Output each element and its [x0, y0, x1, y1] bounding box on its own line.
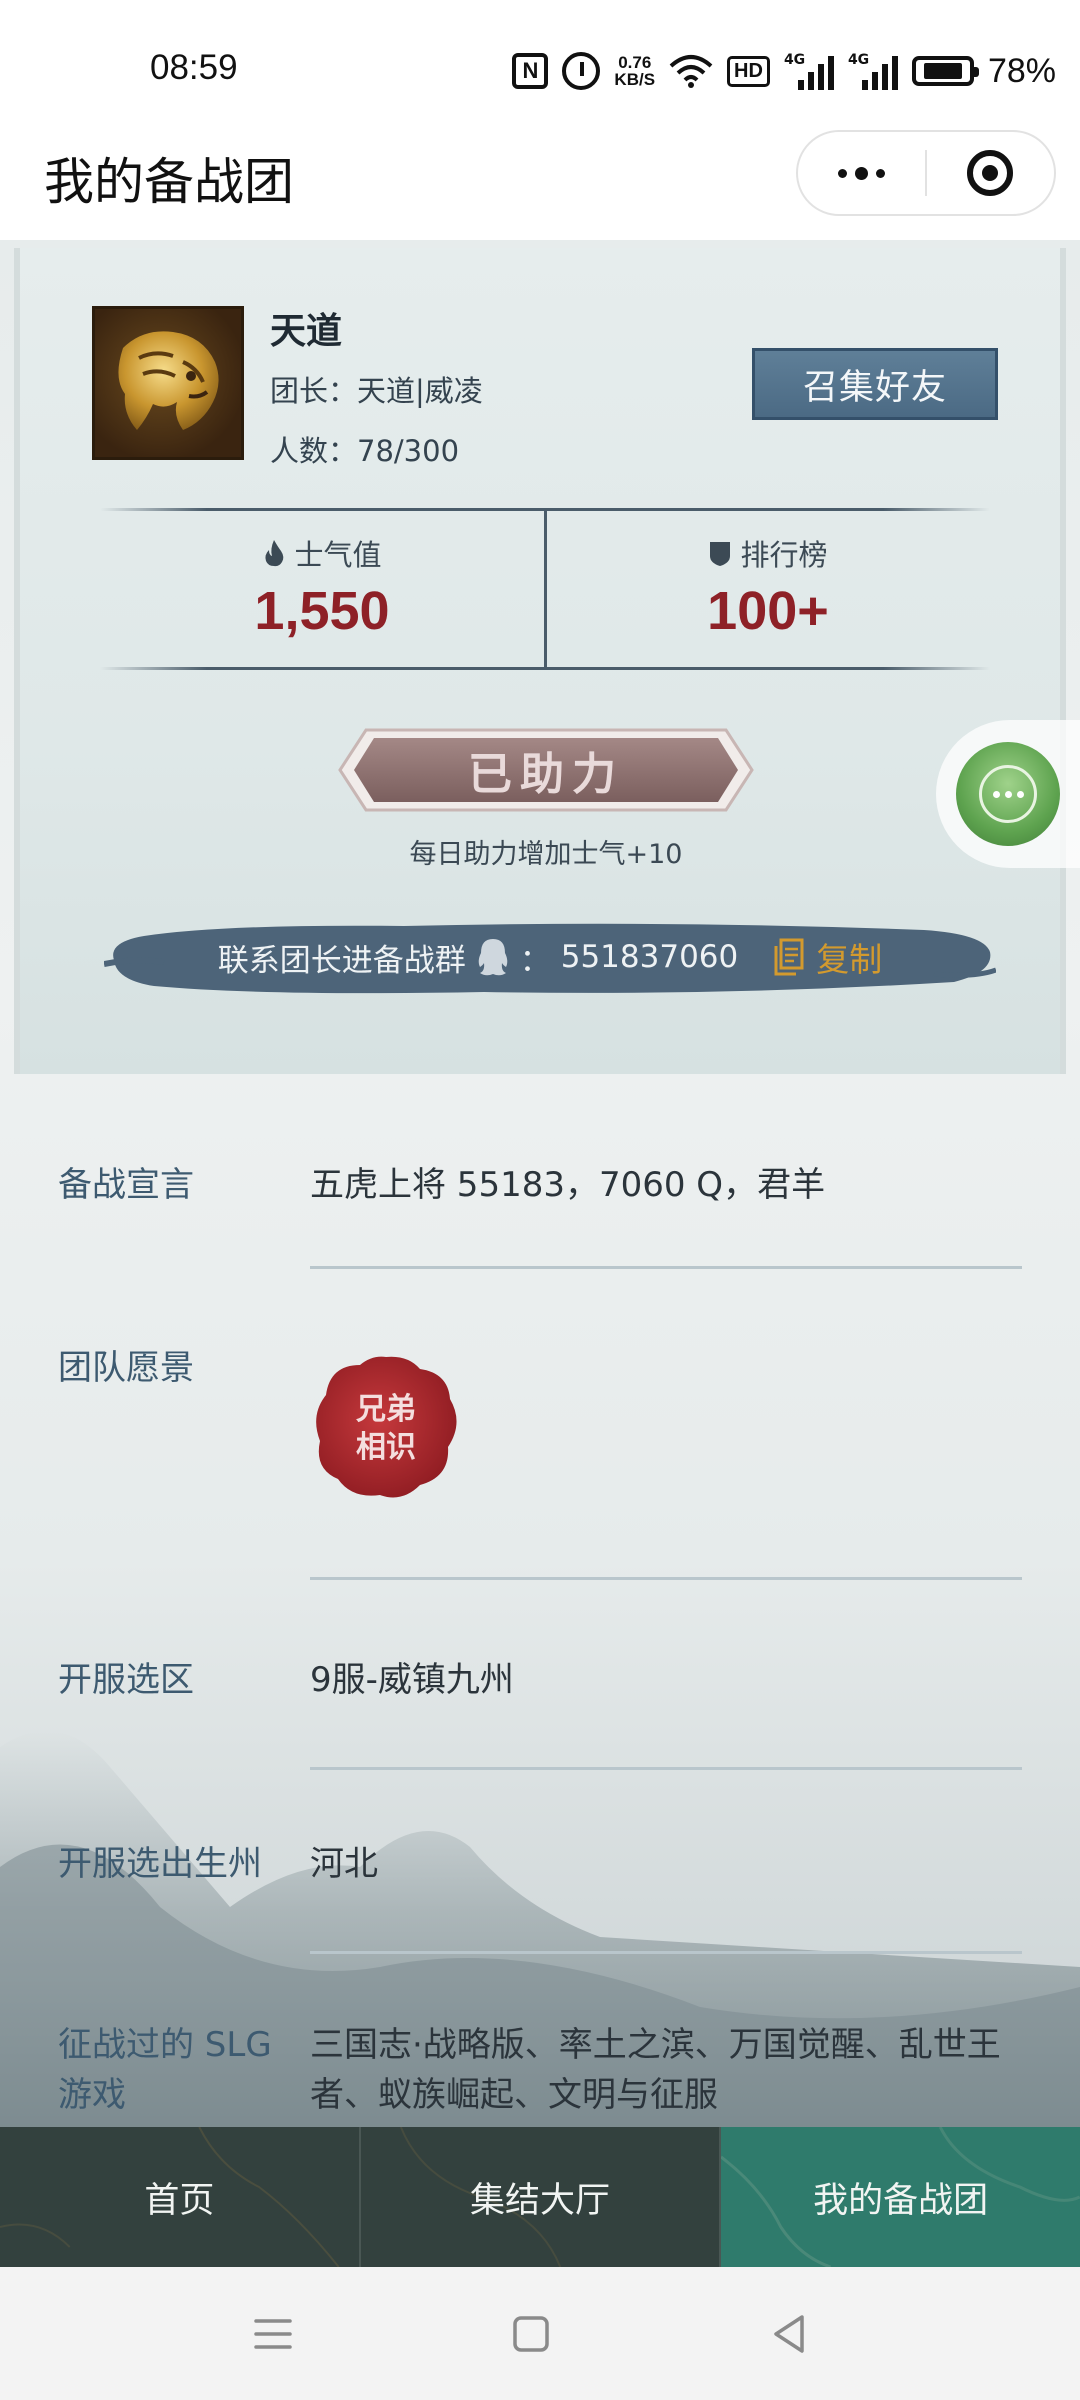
team-stats: 士气值 1,550 排行榜 100+ — [100, 508, 990, 670]
declaration-label: 备战宣言 — [58, 1165, 194, 1205]
assist-label: 已助力 — [468, 749, 624, 800]
menu-icon[interactable] — [248, 2309, 298, 2359]
hd-icon: HD — [727, 55, 770, 87]
qq-number: 551837060 — [560, 939, 739, 975]
vision-seal-stamp: 兄弟 相识 — [310, 1351, 462, 1503]
tab-my-team-label: 我的备战团 — [813, 2180, 989, 2221]
form-divider — [310, 1951, 1022, 1954]
signal-icon-1: 4G — [784, 52, 834, 90]
copy-icon[interactable] — [772, 937, 806, 977]
morale-label: 士气值 — [294, 538, 382, 572]
ranking-value: 100+ — [707, 581, 829, 641]
title-bar: 我的备战团 — [0, 120, 1080, 240]
tab-rally-hall-label: 集结大厅 — [470, 2180, 611, 2221]
nfc-icon: N — [512, 53, 549, 89]
bottom-tab-bar: 首页 集结大厅 我的备战团 — [0, 2127, 1080, 2267]
floating-assistant — [936, 720, 1080, 868]
ranking-stat[interactable]: 排行榜 100+ — [546, 532, 990, 642]
ranking-label: 排行榜 — [740, 538, 828, 572]
form-row-slg-games: 征战过的 SLG 游戏 三国志·战略版、率土之滨、万国觉醒、乱世王者、蚁族崛起、… — [0, 2020, 1080, 2127]
team-name: 天道 — [270, 311, 343, 352]
seal-text-line-1: 兄弟 — [356, 1392, 416, 1427]
signal-icon-2: 4G — [848, 52, 898, 90]
form-row-declaration: 备战宣言 五虎上将 55183，7060 Q，君羊 — [0, 1160, 1080, 1310]
miniprogram-capsule — [796, 130, 1056, 216]
slg-games-value: 三国志·战略版、率土之滨、万国觉醒、乱世王者、蚁族崛起、文明与征服 — [310, 2025, 1001, 2115]
page-title: 我的备战团 — [44, 153, 294, 211]
wifi-icon — [669, 54, 713, 88]
main-content[interactable]: 天道 团长：天道|威凌 人数：78/300 召集好友 士气值 1,550 排行榜… — [0, 240, 1080, 2127]
contact-text: 联系团长进备战群 — [217, 942, 466, 979]
tab-my-team[interactable]: 我的备战团 — [719, 2127, 1080, 2267]
assist-button[interactable]: 已助力 — [336, 724, 756, 816]
system-nav-bar — [0, 2267, 1080, 2400]
status-icons: N 0.76 KB/S HD 4G 4G 78% — [512, 48, 1056, 94]
team-logo-tiger — [92, 306, 244, 460]
tab-home-label: 首页 — [144, 2180, 215, 2221]
form-row-birth-state: 开服选出生州 河北 — [0, 1839, 1080, 1989]
shield-icon — [710, 542, 731, 566]
morale-stat: 士气值 1,550 — [100, 532, 544, 642]
back-icon[interactable] — [764, 2309, 814, 2359]
team-card: 天道 团长：天道|威凌 人数：78/300 召集好友 士气值 1,550 排行榜… — [14, 248, 1066, 1074]
flame-icon — [265, 540, 284, 567]
battery-percent: 78% — [987, 51, 1056, 90]
server-value: 9服-威镇九州 — [310, 1660, 514, 1700]
more-menu-icon[interactable] — [798, 166, 925, 180]
gather-friends-button[interactable]: 召集好友 — [752, 348, 998, 420]
form-row-vision: 团队愿景 兄弟 相识 — [0, 1343, 1080, 1633]
alarm-icon — [562, 52, 601, 90]
assist-note: 每日助力增加士气+10 — [409, 839, 683, 870]
copy-button[interactable]: 复制 — [816, 933, 882, 981]
form-divider — [310, 1577, 1022, 1580]
home-icon[interactable] — [506, 2309, 556, 2359]
team-leader: 团长：天道|威凌 — [270, 374, 483, 408]
tab-rally-hall[interactable]: 集结大厅 — [358, 2127, 720, 2267]
declaration-value: 五虎上将 55183，7060 Q，君羊 — [310, 1165, 826, 1205]
ellipsis-icon — [979, 765, 1037, 823]
battery-icon — [911, 56, 979, 86]
close-miniprogram-icon[interactable] — [927, 150, 1054, 196]
birth-state-label: 开服选出生州 — [58, 1844, 262, 1884]
qq-icon — [478, 939, 508, 976]
contact-leader-bar: 联系团长进备战群 ： 551837060 复制 — [104, 912, 996, 1002]
seal-text-line-2: 相识 — [356, 1430, 416, 1465]
morale-value: 1,550 — [254, 581, 390, 641]
tab-home[interactable]: 首页 — [0, 2127, 359, 2267]
form-divider — [310, 1266, 1022, 1269]
vision-label: 团队愿景 — [58, 1348, 194, 1388]
birth-state-value: 河北 — [310, 1844, 378, 1884]
network-speed-unit: KB/S — [614, 70, 656, 89]
team-member-count: 人数：78/300 — [270, 434, 460, 468]
slg-games-label: 征战过的 SLG 游戏 — [58, 2025, 272, 2115]
server-label: 开服选区 — [58, 1660, 194, 1700]
network-speed: 0.76 KB/S — [614, 54, 655, 88]
contact-separator: ： — [519, 942, 551, 979]
chat-bubble-button[interactable] — [956, 742, 1060, 846]
network-speed-value: 0.76 — [618, 53, 652, 72]
form-divider — [310, 1767, 1022, 1770]
form-row-server: 开服选区 9服-威镇九州 — [0, 1655, 1080, 1805]
status-time: 08:59 — [150, 48, 238, 87]
status-bar: 08:59 N 0.76 KB/S HD 4G 4G 78% — [0, 0, 1080, 120]
